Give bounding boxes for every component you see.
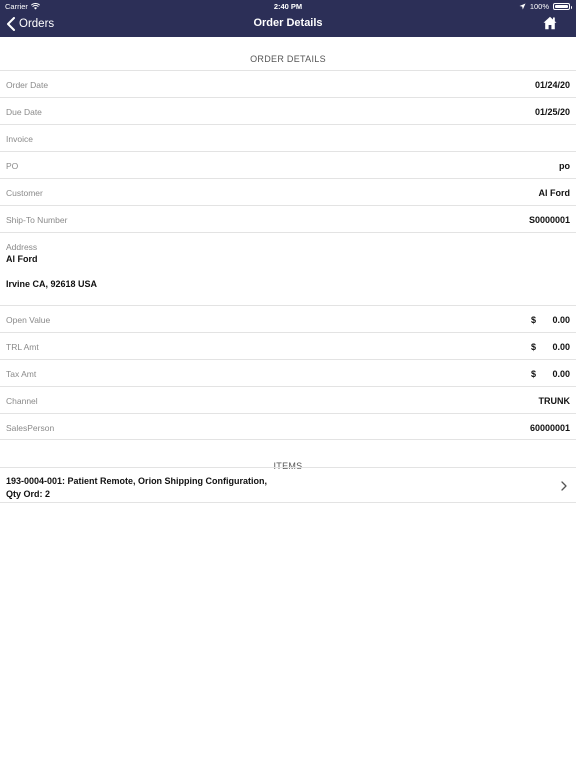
- field-value: 60000001: [529, 423, 570, 433]
- field-label: TRL Amt: [6, 342, 39, 352]
- field-row-open-value: Open Value $ 0.00: [0, 305, 576, 332]
- home-icon[interactable]: [543, 16, 557, 30]
- field-label: Customer: [6, 188, 43, 198]
- navigation-bar: Carrier 2:40 PM 100% Orders Order Detail…: [0, 0, 576, 37]
- field-row-customer: Customer Al Ford: [0, 178, 576, 205]
- field-row-tax-amt: Tax Amt $ 0.00: [0, 359, 576, 386]
- field-row-channel: Channel TRUNK: [0, 386, 576, 413]
- field-value: po: [559, 161, 570, 171]
- order-details-header: ORDER DETAILS: [250, 54, 326, 64]
- item-title: 193-0004-001: Patient Remote, Orion Ship…: [6, 476, 268, 486]
- address-name: Al Ford: [6, 254, 38, 264]
- field-label: Invoice: [6, 134, 33, 144]
- status-bar: Carrier 2:40 PM 100%: [0, 0, 576, 12]
- field-row-po: PO po: [0, 151, 576, 178]
- field-value: Al Ford: [538, 188, 571, 198]
- field-row-salesperson: SalesPerson 60000001: [0, 413, 576, 440]
- currency-symbol: $: [530, 315, 536, 325]
- field-row-invoice: Invoice: [0, 124, 576, 151]
- chevron-left-icon: [7, 17, 15, 31]
- status-right: 100%: [519, 2, 572, 11]
- field-label: Channel: [6, 396, 38, 406]
- field-label: Ship-To Number: [6, 215, 68, 225]
- field-label: Open Value: [6, 315, 51, 325]
- location-arrow-icon: [519, 3, 526, 10]
- field-label: Due Date: [6, 107, 42, 117]
- field-value: S0000001: [528, 215, 570, 225]
- currency-symbol: $: [530, 342, 536, 352]
- address-city-line: Irvine CA, 92618 USA: [6, 279, 98, 289]
- field-value: 0.00: [552, 342, 570, 352]
- field-value: 0.00: [552, 369, 570, 379]
- field-label: PO: [6, 161, 19, 171]
- field-label: SalesPerson: [6, 423, 55, 433]
- battery-icon: [553, 3, 572, 10]
- field-value: 0.00: [552, 315, 570, 325]
- back-button[interactable]: Orders: [6, 15, 54, 33]
- field-row-ship-to-number: Ship-To Number S0000001: [0, 205, 576, 232]
- field-value: 01/24/20: [534, 80, 570, 90]
- battery-percent: 100%: [529, 2, 549, 11]
- field-row-due-date: Due Date 01/25/20: [0, 97, 576, 124]
- chevron-right-icon: [561, 481, 567, 491]
- page-title: Order Details: [253, 17, 323, 29]
- field-label: Order Date: [6, 80, 49, 90]
- back-button-label: Orders: [19, 18, 55, 30]
- currency-symbol: $: [530, 369, 536, 379]
- list-item[interactable]: 193-0004-001: Patient Remote, Orion Ship…: [0, 467, 576, 503]
- item-qty: Qty Ord: 2: [6, 489, 51, 499]
- field-value: 01/25/20: [534, 107, 570, 117]
- address-label: Address: [6, 242, 38, 252]
- field-value: TRUNK: [538, 396, 571, 406]
- field-row-order-date: Order Date 01/24/20: [0, 70, 576, 97]
- field-label: Tax Amt: [6, 369, 37, 379]
- status-time: 2:40 PM: [273, 2, 303, 11]
- field-row-trl-amt: TRL Amt $ 0.00: [0, 332, 576, 359]
- field-row-address: Address Al Ford Irvine CA, 92618 USA: [0, 232, 576, 305]
